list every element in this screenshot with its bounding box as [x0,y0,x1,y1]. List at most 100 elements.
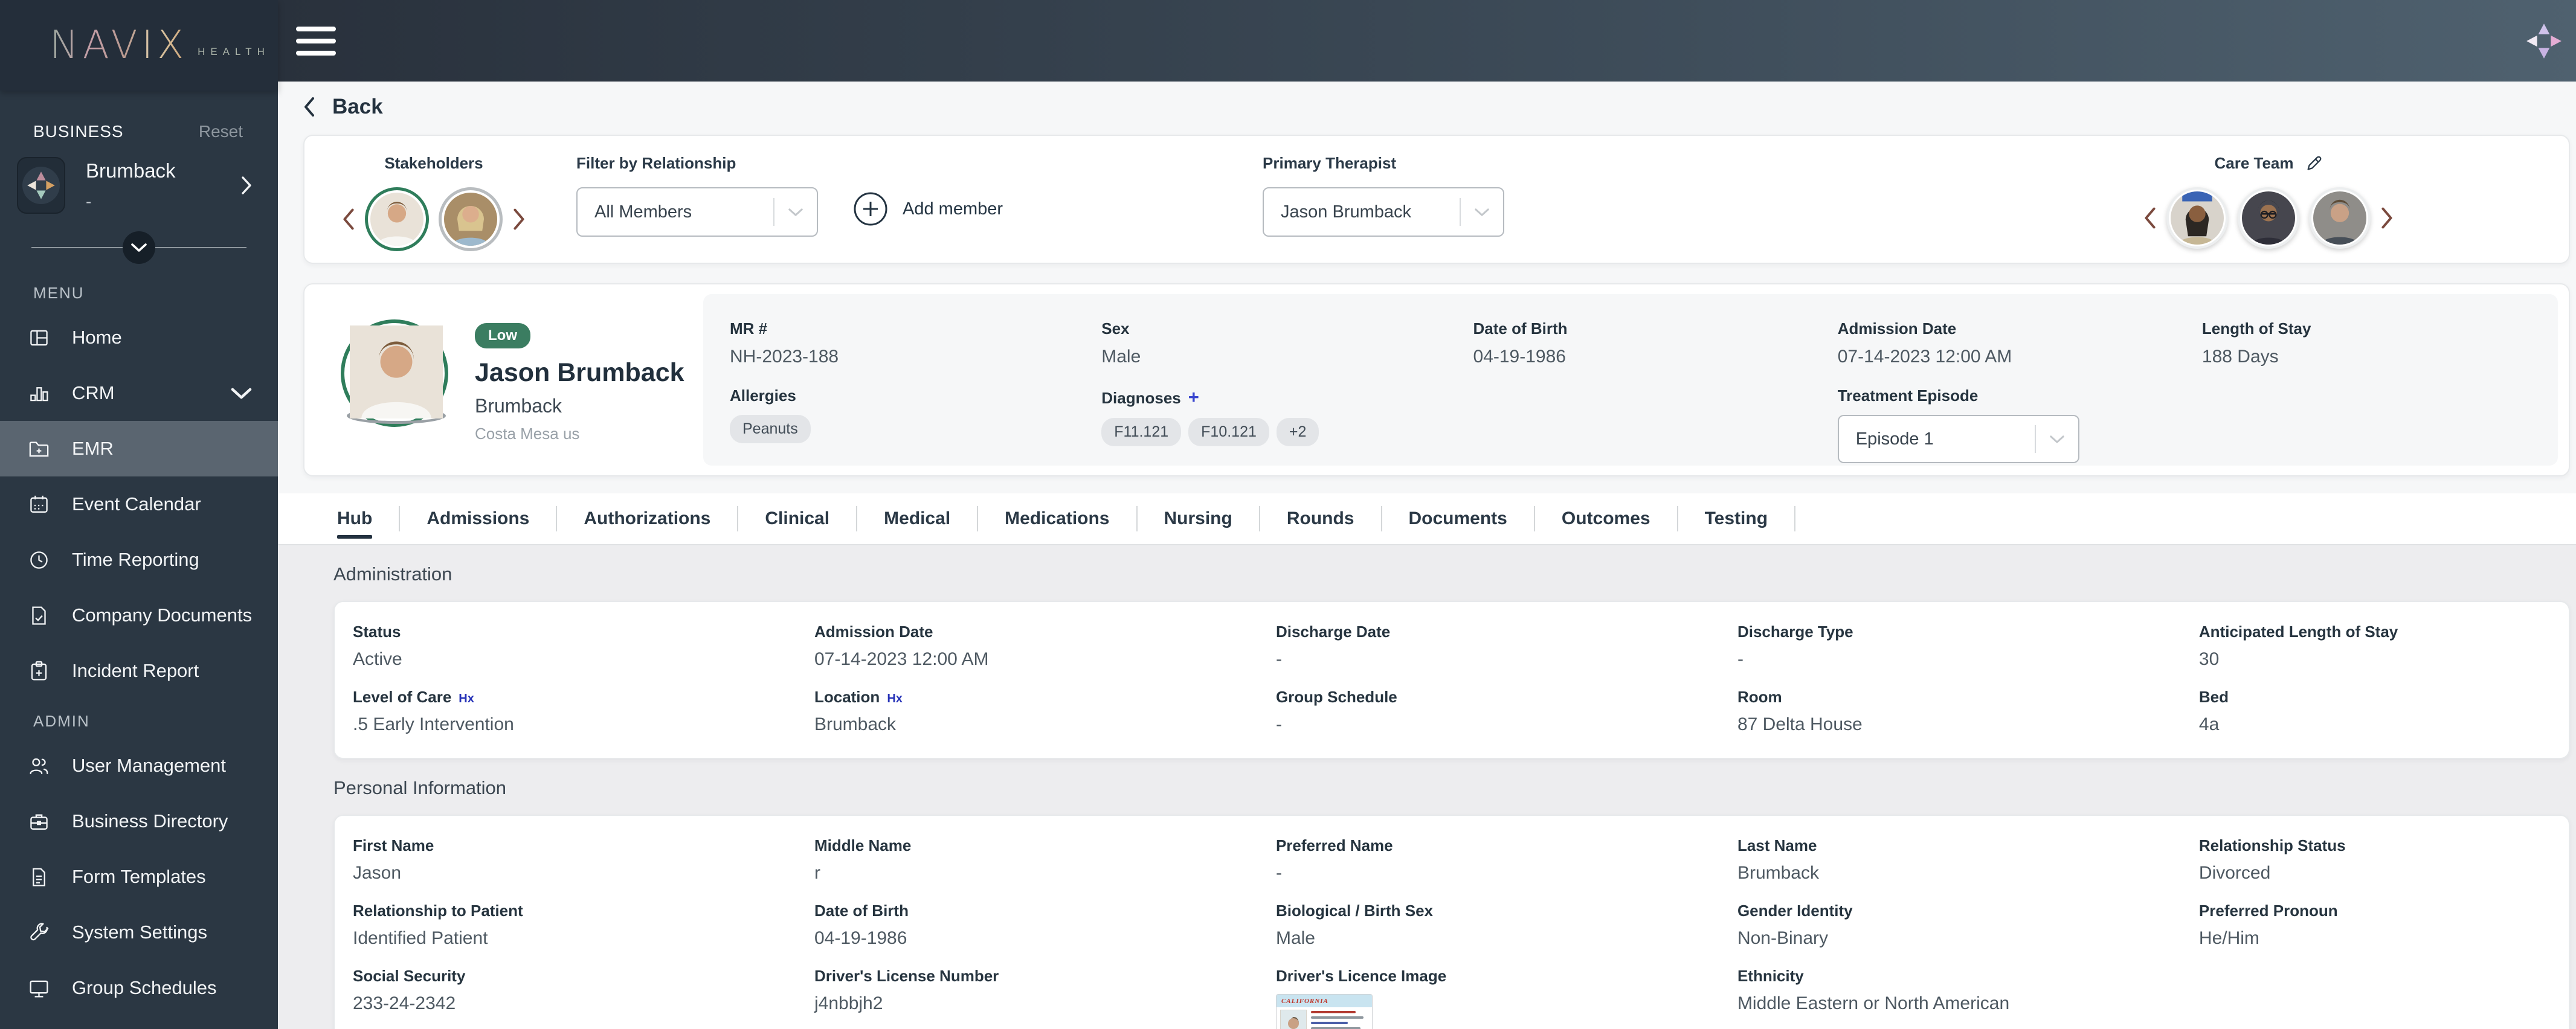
care-team-next-icon[interactable] [2380,206,2394,230]
field-label: Last Name [1737,836,1817,855]
stakeholder-avatar[interactable] [439,187,503,251]
tab-admissions[interactable]: Admissions [400,493,556,545]
tab-medical[interactable]: Medical [857,493,977,545]
field-label: Admission Date [814,623,933,641]
sidebar-item-emr[interactable]: EMR [0,421,278,476]
hamburger-menu-icon[interactable] [296,19,336,63]
chevron-left-icon [303,96,315,118]
field-label: Room [1737,688,1782,707]
sidebar-item-user-management[interactable]: User Management [0,738,278,793]
sidebar-item-home[interactable]: Home [0,310,278,365]
administration-card: Status Active Level of CareHx .5 Early I… [333,601,2570,759]
field-label: Discharge Date [1276,623,1390,641]
tab-testing[interactable]: Testing [1678,493,1794,545]
sex-label: Sex [1101,319,1129,338]
mr-label: MR # [730,319,767,338]
clock-icon [28,549,50,571]
collapse-business-button[interactable] [123,231,155,264]
edit-pencil-icon[interactable] [2305,155,2323,173]
dob-value: 04-19-1986 [1473,347,1838,367]
sidebar-item-time-reporting[interactable]: Time Reporting [0,532,278,588]
file-icon [28,866,50,888]
tab-outcomes[interactable]: Outcomes [1535,493,1677,545]
tab-authorizations[interactable]: Authorizations [557,493,737,545]
tab-clinical[interactable]: Clinical [738,493,856,545]
field-value: 4a [2199,714,2551,735]
tab-hub[interactable]: Hub [311,493,399,545]
stakeholders-prev-icon[interactable] [342,207,355,231]
field-label: Relationship to Patient [353,902,523,920]
length-of-stay-value: 188 Days [2202,347,2552,367]
users-icon [28,755,50,777]
admission-date-label: Admission Date [1838,319,1957,338]
sidebar-item-incident-report[interactable]: Incident Report [0,643,278,699]
mr-number: NH-2023-188 [730,347,1101,367]
hx-link[interactable]: Hx [887,692,903,706]
care-team-avatar[interactable] [2238,187,2299,249]
relationship-filter-select[interactable]: All Members [576,187,818,237]
wrench-icon [28,922,50,944]
primary-therapist-select[interactable]: Jason Brumback [1263,187,1504,237]
brand-tagline: HEALTH [198,46,270,58]
clipboard-plus-icon [28,660,50,682]
field-value: j4nbbjh2 [814,993,1276,1014]
sex-value: Male [1101,347,1473,367]
field-label: Driver's Licence Image [1276,967,1446,986]
business-selector[interactable]: Brumback - [17,157,253,214]
field-value: 30 [2199,649,2551,670]
field-value: 07-14-2023 12:00 AM [814,649,1276,670]
add-diagnosis-icon[interactable]: + [1188,386,1199,408]
field-value: Divorced [2199,863,2551,883]
back-button[interactable]: Back [303,95,2576,119]
sidebar-item-business-directory[interactable]: Business Directory [0,793,278,849]
add-member-button[interactable]: Add member [853,191,1003,226]
chevron-down-icon [130,243,147,252]
tab-medications[interactable]: Medications [978,493,1136,545]
reset-button[interactable]: Reset [199,122,243,141]
driver-license-image[interactable]: CALIFORNIA [1276,994,1373,1029]
hx-link[interactable]: Hx [459,692,474,706]
field-label: Relationship Status [2199,836,2346,855]
diagnosis-pill[interactable]: F10.121 [1188,418,1269,446]
care-team-group: Care Team [2143,154,2394,249]
sidebar: NAVIX HEALTH BUSINESS Reset Brumback [0,0,278,1029]
field-label: Social Security [353,967,465,986]
sidebar-item-event-calendar[interactable]: Event Calendar [0,476,278,532]
field-value: r [814,863,1276,883]
field-value: Active [353,649,814,670]
field-value: Identified Patient [353,928,814,949]
tab-nursing[interactable]: Nursing [1138,493,1259,545]
sidebar-item-company-documents[interactable]: Company Documents [0,588,278,643]
allergy-pill[interactable]: Peanuts [730,415,811,443]
field-value: Jason [353,863,814,883]
personal-section-title: Personal Information [333,777,2576,799]
field-value: - [1276,714,1737,735]
stakeholder-avatar[interactable] [365,187,429,251]
compass-icon [17,157,65,214]
plus-circle-icon [853,191,888,226]
diagnosis-more-pill[interactable]: +2 [1277,418,1319,446]
admission-date-value: 07-14-2023 12:00 AM [1838,347,2202,367]
tab-documents[interactable]: Documents [1382,493,1534,545]
field-label: Driver's License Number [814,967,999,986]
care-team-prev-icon[interactable] [2143,206,2157,230]
care-team-avatar[interactable] [2309,187,2371,249]
sidebar-item-system-settings[interactable]: System Settings [0,905,278,960]
brand-logo[interactable]: NAVIX HEALTH [0,0,278,91]
field-value: - [1276,863,1737,883]
field-label: Biological / Birth Sex [1276,902,1433,920]
patient-photo[interactable] [341,319,448,427]
stakeholders-next-icon[interactable] [512,207,526,231]
care-team-avatar[interactable] [2166,187,2228,249]
care-team-label: Care Team [2214,154,2293,173]
sidebar-item-group-schedules[interactable]: Group Schedules [0,960,278,1016]
primary-therapist-group: Primary Therapist Jason Brumback [1263,154,1504,237]
diagnosis-pill[interactable]: F11.121 [1101,418,1181,446]
sidebar-item-crm[interactable]: CRM [0,365,278,421]
treatment-episode-select[interactable]: Episode 1 [1838,415,2079,463]
business-section-label: BUSINESS [33,122,124,141]
tab-rounds[interactable]: Rounds [1260,493,1381,545]
sidebar-item-form-templates[interactable]: Form Templates [0,849,278,905]
monitor-icon [28,977,50,999]
administration-section-title: Administration [333,563,2576,585]
